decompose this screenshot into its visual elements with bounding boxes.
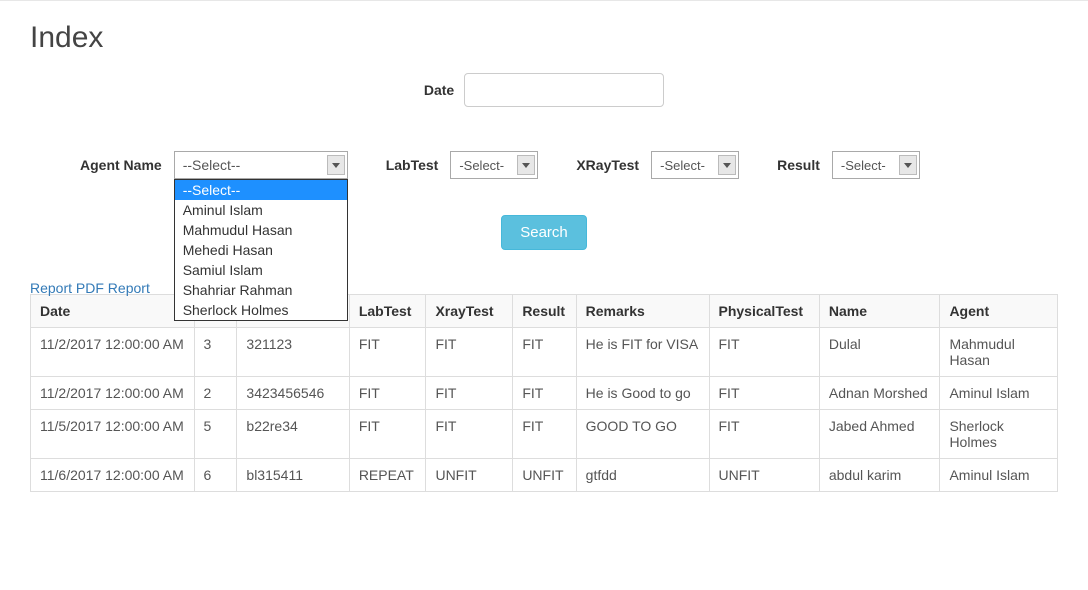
result-select[interactable]: -Select- <box>832 151 920 179</box>
cell-name: Dulal <box>819 328 940 377</box>
cell-date: 11/2/2017 12:00:00 AM <box>31 328 195 377</box>
agent-name-option[interactable]: Samiul Islam <box>175 260 347 280</box>
cell-passport-no: 321123 <box>237 328 349 377</box>
agent-name-option[interactable]: Aminul Islam <box>175 200 347 220</box>
agent-name-options: --Select-- Aminul Islam Mahmudul Hasan M… <box>174 179 348 321</box>
cell-physical-test: UNFIT <box>709 459 819 492</box>
cell-date: 11/5/2017 12:00:00 AM <box>31 410 195 459</box>
agent-name-option[interactable]: Mehedi Hasan <box>175 240 347 260</box>
xraytest-selected: -Select- <box>660 158 705 173</box>
cell-passport-no: bl315411 <box>237 459 349 492</box>
agent-name-label: Agent Name <box>80 157 162 173</box>
cell-physical-test: FIT <box>709 377 819 410</box>
search-button[interactable]: Search <box>501 215 587 250</box>
cell-result: FIT <box>513 410 576 459</box>
cell-lab-test: REPEAT <box>349 459 426 492</box>
cell-xray-test: FIT <box>426 410 513 459</box>
labtest-selected: -Select- <box>459 158 504 173</box>
agent-name-option[interactable]: --Select-- <box>175 180 347 200</box>
table-row: 11/2/2017 12:00:00 AM3321123FITFITFITHe … <box>31 328 1058 377</box>
cell-id: 6 <box>194 459 237 492</box>
cell-agent: Aminul Islam <box>940 377 1058 410</box>
agent-name-option[interactable]: Mahmudul Hasan <box>175 220 347 240</box>
th-name: Name <box>819 295 940 328</box>
cell-physical-test: FIT <box>709 328 819 377</box>
th-remarks: Remarks <box>576 295 709 328</box>
agent-name-select[interactable]: --Select-- --Select-- Aminul Islam Mahmu… <box>174 151 348 179</box>
date-row: Date <box>30 73 1058 107</box>
cell-remarks: He is FIT for VISA <box>576 328 709 377</box>
date-label: Date <box>424 82 454 98</box>
cell-result: UNFIT <box>513 459 576 492</box>
cell-date: 11/6/2017 12:00:00 AM <box>31 459 195 492</box>
cell-physical-test: FIT <box>709 410 819 459</box>
cell-remarks: gtfdd <box>576 459 709 492</box>
table-row: 11/5/2017 12:00:00 AM5b22re34FITFITFITGO… <box>31 410 1058 459</box>
cell-name: Jabed Ahmed <box>819 410 940 459</box>
agent-name-selected: --Select-- <box>183 157 241 173</box>
date-input[interactable] <box>464 73 664 107</box>
table-row: 11/6/2017 12:00:00 AM6bl315411REPEATUNFI… <box>31 459 1058 492</box>
table-row: 11/2/2017 12:00:00 AM23423456546FITFITFI… <box>31 377 1058 410</box>
cell-id: 3 <box>194 328 237 377</box>
th-labtest: LabTest <box>349 295 426 328</box>
cell-id: 5 <box>194 410 237 459</box>
xraytest-label: XRayTest <box>576 157 639 173</box>
cell-xray-test: FIT <box>426 377 513 410</box>
result-label: Result <box>777 157 820 173</box>
cell-result: FIT <box>513 328 576 377</box>
cell-remarks: GOOD TO GO <box>576 410 709 459</box>
cell-remarks: He is Good to go <box>576 377 709 410</box>
filters-bar: Agent Name --Select-- --Select-- Aminul … <box>30 151 1058 179</box>
report-link[interactable]: Report <box>30 280 72 296</box>
cell-name: abdul karim <box>819 459 940 492</box>
result-selected: -Select- <box>841 158 886 173</box>
cell-lab-test: FIT <box>349 328 426 377</box>
dropdown-toggle-icon[interactable] <box>517 155 535 175</box>
labtest-select[interactable]: -Select- <box>450 151 538 179</box>
cell-id: 2 <box>194 377 237 410</box>
th-agent: Agent <box>940 295 1058 328</box>
page-title: Index <box>30 21 1058 55</box>
cell-agent: Sherlock Holmes <box>940 410 1058 459</box>
cell-lab-test: FIT <box>349 377 426 410</box>
pdf-report-link[interactable]: PDF Report <box>76 280 150 296</box>
th-result: Result <box>513 295 576 328</box>
results-table: Date Id PassportNo LabTest XrayTest Resu… <box>30 294 1058 492</box>
cell-xray-test: FIT <box>426 328 513 377</box>
cell-name: Adnan Morshed <box>819 377 940 410</box>
agent-name-option[interactable]: Sherlock Holmes <box>175 300 347 320</box>
agent-name-option[interactable]: Shahriar Rahman <box>175 280 347 300</box>
cell-passport-no: 3423456546 <box>237 377 349 410</box>
cell-agent: Mahmudul Hasan <box>940 328 1058 377</box>
cell-agent: Aminul Islam <box>940 459 1058 492</box>
dropdown-toggle-icon[interactable] <box>899 155 917 175</box>
dropdown-toggle-icon[interactable] <box>327 155 345 175</box>
cell-result: FIT <box>513 377 576 410</box>
cell-xray-test: UNFIT <box>426 459 513 492</box>
xraytest-select[interactable]: -Select- <box>651 151 739 179</box>
cell-passport-no: b22re34 <box>237 410 349 459</box>
th-physicaltest: PhysicalTest <box>709 295 819 328</box>
labtest-label: LabTest <box>386 157 439 173</box>
cell-date: 11/2/2017 12:00:00 AM <box>31 377 195 410</box>
th-date: Date <box>31 295 195 328</box>
th-xraytest: XrayTest <box>426 295 513 328</box>
dropdown-toggle-icon[interactable] <box>718 155 736 175</box>
cell-lab-test: FIT <box>349 410 426 459</box>
